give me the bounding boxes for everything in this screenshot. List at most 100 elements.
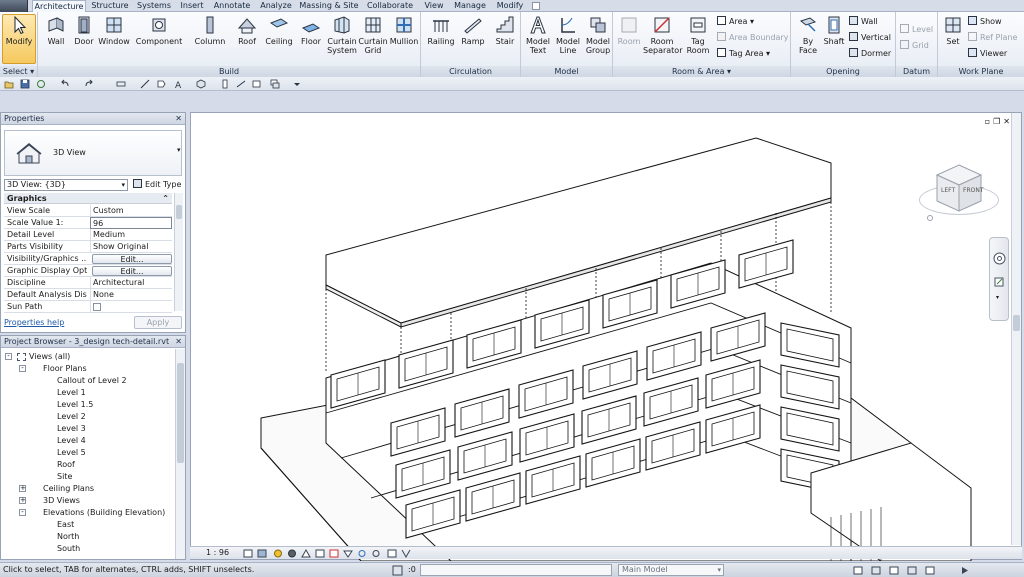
grid-button[interactable]: Grid: [900, 40, 929, 51]
browser-scrollbar[interactable]: [175, 349, 185, 559]
viewport-vertical-scrollbar[interactable]: [1011, 113, 1021, 545]
area-boundary-button[interactable]: Area Boundary: [717, 32, 788, 43]
tab-insert[interactable]: Insert: [176, 0, 208, 12]
tab-view[interactable]: View: [420, 0, 448, 12]
text-a-icon[interactable]: A: [174, 79, 184, 89]
wall-button[interactable]: Wall: [42, 15, 70, 46]
collapse-toggle-icon[interactable]: -: [19, 509, 26, 516]
tab-massing-site[interactable]: Massing & Site: [298, 0, 360, 12]
edit-button[interactable]: Edit...: [92, 266, 172, 276]
type-selector[interactable]: 3D View ▾: [4, 130, 182, 176]
panel-room-area-label[interactable]: Room & Area ▾: [613, 66, 790, 77]
home-icon[interactable]: [927, 215, 933, 221]
workset-select[interactable]: [420, 564, 612, 576]
tab-modify[interactable]: Modify: [492, 0, 528, 12]
tab-collaborate[interactable]: Collaborate: [362, 0, 418, 12]
steering-wheel-icon[interactable]: [993, 252, 1006, 265]
opening-wall-button[interactable]: Wall: [849, 16, 878, 27]
redo-icon[interactable]: [84, 79, 94, 89]
dimension-icon[interactable]: [140, 79, 150, 89]
railing-button[interactable]: Railing: [427, 15, 455, 46]
browser-item[interactable]: Floor Plans: [43, 363, 87, 375]
window-button[interactable]: Window: [98, 15, 130, 46]
browser-item[interactable]: Level 1.5: [57, 399, 93, 411]
collapse-toggle-icon[interactable]: -: [19, 365, 26, 372]
edit-button[interactable]: Edit...: [92, 254, 172, 264]
customize-qat-icon[interactable]: [292, 79, 302, 89]
browser-item[interactable]: Level 2: [57, 411, 86, 423]
close-hidden-icon[interactable]: [252, 79, 262, 89]
browser-item[interactable]: Level 1: [57, 387, 86, 399]
apply-button[interactable]: Apply: [134, 316, 182, 329]
browser-item[interactable]: East: [57, 519, 74, 531]
browser-item[interactable]: Callout of Level 2: [57, 375, 127, 387]
browser-item[interactable]: North: [57, 531, 79, 543]
browser-item[interactable]: Elevations (Building Elevation): [43, 507, 165, 519]
properties-scrollbar[interactable]: [174, 193, 183, 311]
thin-lines-icon[interactable]: [236, 79, 246, 89]
close-icon[interactable]: ✕: [175, 113, 182, 125]
component-button[interactable]: Component: [134, 15, 184, 46]
set-button[interactable]: Set: [940, 15, 966, 46]
properties-group-graphics[interactable]: Graphics ⌃: [4, 193, 172, 204]
open-icon[interactable]: [4, 79, 14, 89]
panel-select-label[interactable]: Select ▾: [0, 66, 37, 77]
show-button[interactable]: Show: [968, 16, 1002, 27]
area-button[interactable]: Area ▾: [717, 16, 754, 27]
expand-toggle-icon[interactable]: +: [19, 497, 26, 504]
expand-toggle-icon[interactable]: +: [19, 485, 26, 492]
view-cube-front-face[interactable]: FRONT: [963, 187, 984, 194]
dormer-button[interactable]: Dormer: [849, 48, 891, 59]
browser-item[interactable]: Level 4: [57, 435, 86, 447]
viewer-button[interactable]: Viewer: [968, 48, 1007, 59]
ref-plane-button[interactable]: Ref Plane: [968, 32, 1017, 43]
tab-structure[interactable]: Structure: [89, 0, 131, 12]
undo-icon[interactable]: [60, 79, 70, 89]
design-option-select[interactable]: Main Model ▾: [618, 564, 724, 576]
browser-item[interactable]: Level 5: [57, 447, 86, 459]
zoom-icon[interactable]: [993, 276, 1006, 289]
modify-button[interactable]: Modify: [2, 14, 36, 64]
close-icon[interactable]: ✕: [175, 336, 182, 348]
view-cube[interactable]: LEFT FRONT: [919, 157, 999, 227]
3d-viewport[interactable]: ▫❐✕ LEFT FRONT ▾: [190, 112, 1022, 561]
save-icon[interactable]: [20, 79, 30, 89]
3d-view-icon[interactable]: [196, 79, 206, 89]
browser-item[interactable]: Ceiling Plans: [43, 483, 94, 495]
door-button[interactable]: Door: [71, 15, 97, 46]
zoom-dropdown-icon[interactable]: ▾: [996, 294, 999, 301]
view-scale[interactable]: 1 : 96: [206, 548, 229, 557]
properties-help-link[interactable]: Properties help: [4, 318, 64, 327]
tab-annotate[interactable]: Annotate: [210, 0, 254, 12]
instance-filter-select[interactable]: 3D View: {3D} ▾: [4, 179, 128, 191]
ramp-button[interactable]: Ramp: [459, 15, 487, 46]
browser-item[interactable]: 3D Views: [43, 495, 80, 507]
column-button[interactable]: Column: [192, 15, 228, 46]
scale-value-input[interactable]: 96: [90, 217, 172, 229]
ribbon-minimize-icon[interactable]: [532, 2, 540, 10]
curtain-system-button[interactable]: Curtain System: [326, 15, 358, 55]
switch-windows-icon[interactable]: [270, 79, 280, 89]
application-menu-button[interactable]: [0, 0, 28, 12]
model-group-button[interactable]: Model Group: [583, 15, 613, 55]
section-icon[interactable]: [220, 79, 230, 89]
mullion-button[interactable]: Mullion: [388, 15, 420, 46]
vertical-button[interactable]: Vertical: [849, 32, 891, 43]
sync-icon[interactable]: [36, 79, 46, 89]
browser-item[interactable]: South: [57, 543, 80, 555]
tag-room-button[interactable]: Tag Room: [683, 15, 713, 55]
model-line-button[interactable]: Model Line: [553, 15, 583, 55]
sun-path-checkbox[interactable]: [93, 303, 101, 311]
scrollbar-thumb[interactable]: [177, 363, 184, 463]
stair-button[interactable]: Stair: [491, 15, 519, 46]
level-button[interactable]: Level: [900, 24, 933, 35]
tab-systems[interactable]: Systems: [134, 0, 174, 12]
tag-icon[interactable]: [156, 79, 166, 89]
worksets-icon[interactable]: [392, 565, 403, 576]
measure-icon[interactable]: [116, 79, 126, 89]
roof-button[interactable]: Roof: [234, 15, 260, 46]
browser-item[interactable]: Views (all): [29, 351, 70, 363]
by-face-button[interactable]: By Face: [795, 15, 821, 55]
tab-manage[interactable]: Manage: [450, 0, 490, 12]
view-cube-left-face[interactable]: LEFT: [941, 187, 955, 194]
